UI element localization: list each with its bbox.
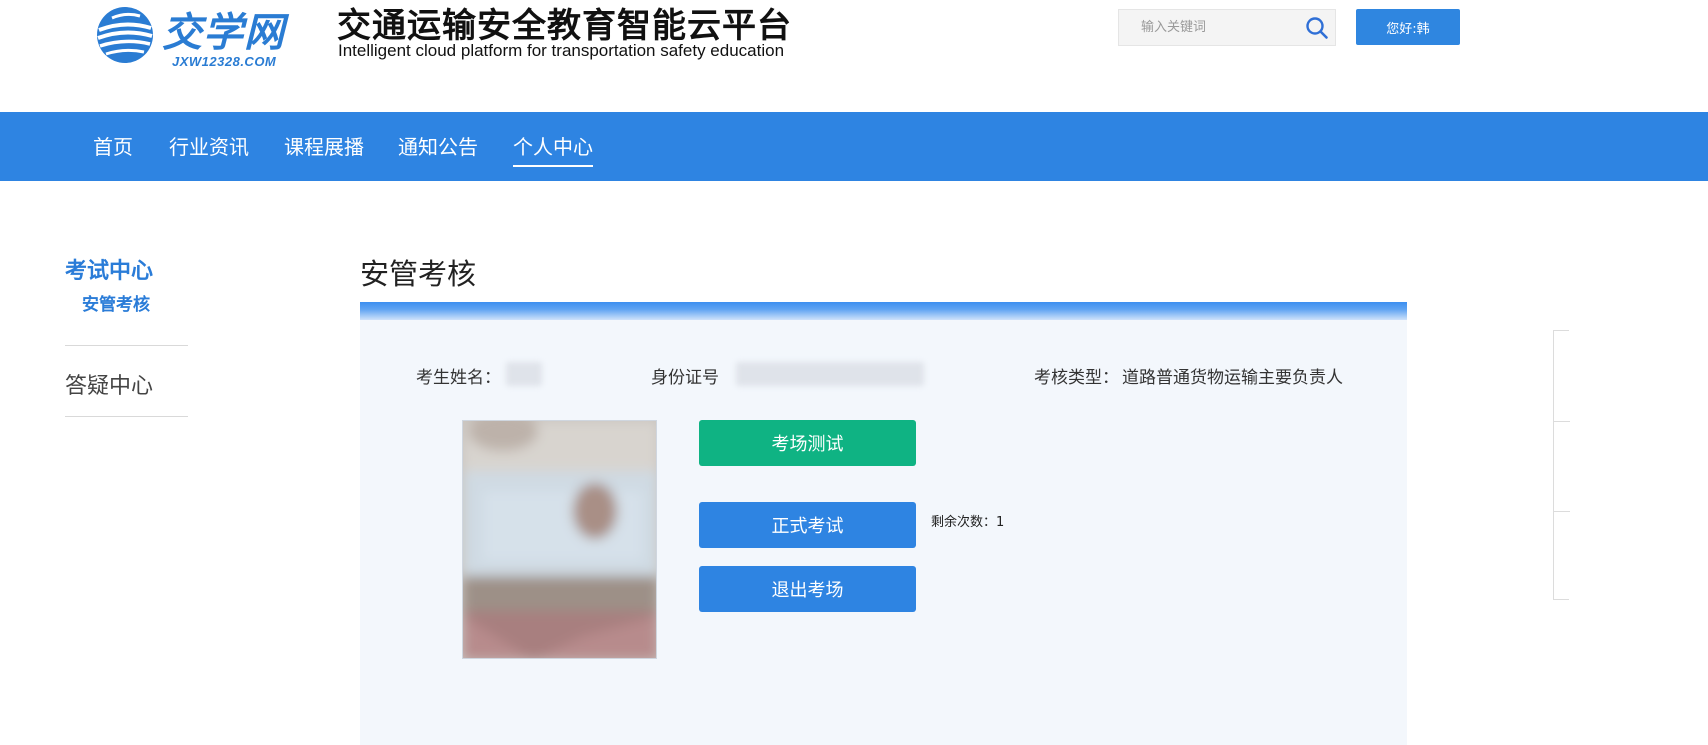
- assessment-type-value: 道路普通货物运输主要负责人: [1122, 368, 1343, 388]
- formal-exam-button[interactable]: 正式考试: [699, 502, 916, 548]
- sidebar-exam-center[interactable]: 考试中心: [65, 253, 153, 285]
- logo-domain: JXW12328.COM: [172, 54, 277, 69]
- exit-exam-button[interactable]: 退出考场: [699, 566, 916, 612]
- user-greeting-button[interactable]: 您好:韩: [1356, 9, 1460, 45]
- test-room-button[interactable]: 考场测试: [699, 420, 916, 466]
- candidate-name-label: 考生姓名：: [416, 368, 501, 388]
- candidate-photo-image: [463, 421, 656, 658]
- sidebar-divider: [65, 416, 188, 417]
- candidate-name-redacted: [506, 362, 542, 386]
- toolbar-divider: [1554, 421, 1570, 422]
- toolbar-divider: [1554, 511, 1570, 512]
- site-title: 交通运输安全教育智能云平台: [337, 6, 792, 46]
- nav-item-personal-center[interactable]: 个人中心: [513, 131, 593, 167]
- remaining-attempts-label: 剩余次数：: [931, 515, 997, 530]
- page-title: 安管考核: [360, 257, 477, 291]
- nav-item-course-showcase[interactable]: 课程展播: [284, 131, 364, 165]
- id-number-redacted: [736, 362, 924, 386]
- search-input[interactable]: [1119, 10, 1299, 45]
- sidebar-divider: [65, 345, 188, 346]
- sidebar-item-qa-center[interactable]: 答疑中心: [65, 368, 153, 400]
- candidate-photo: [462, 420, 657, 659]
- remaining-attempts: 剩余次数：1: [931, 511, 1004, 530]
- site-subtitle: Intelligent cloud platform for transport…: [338, 41, 785, 60]
- logo-text: 交学网: [162, 9, 285, 56]
- logo-globe-icon: [97, 7, 153, 63]
- assessment-type-label: 考核类型：: [1034, 368, 1119, 388]
- nav-item-industry-news[interactable]: 行业资讯: [169, 131, 249, 165]
- id-number-label: 身份证号: [651, 368, 719, 388]
- exam-panel: 考生姓名： 身份证号 考核类型： 道路普通货物运输主要负责人 考场测试 正式考试…: [360, 302, 1407, 745]
- nav-item-notices[interactable]: 通知公告: [398, 131, 478, 165]
- site-logo[interactable]: 交学网 JXW12328.COM: [96, 6, 306, 69]
- panel-top-bar: [360, 302, 1407, 320]
- site-header: 交学网 JXW12328.COM 交通运输安全教育智能云平台 Intellige…: [0, 0, 1708, 112]
- main-nav: 首页 行业资讯 课程展播 通知公告 个人中心: [0, 112, 1708, 181]
- side-float-toolbar[interactable]: [1553, 330, 1570, 600]
- search-icon[interactable]: [1305, 16, 1329, 40]
- sidebar-item-safety-assessment[interactable]: 安管考核: [82, 290, 150, 315]
- nav-item-home[interactable]: 首页: [93, 131, 133, 165]
- remaining-attempts-count: 1: [996, 515, 1005, 530]
- search-box: [1118, 9, 1336, 46]
